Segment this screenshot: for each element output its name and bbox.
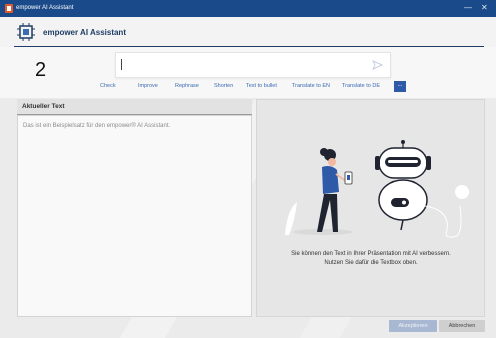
app-header: empower AI Assistant — [0, 17, 496, 47]
result-panel: Sie können den Text in Ihrer Präsentatio… — [256, 99, 485, 317]
close-button[interactable]: ✕ — [481, 3, 488, 13]
result-message-line2: Nutzen Sie dafür die Textbox oben. — [324, 260, 418, 266]
panel-header: Aktueller Text — [17, 99, 252, 115]
action-shorten[interactable]: Shorten — [214, 81, 233, 92]
more-actions-button[interactable]: ... — [394, 81, 406, 92]
app-icon — [5, 4, 13, 13]
action-check[interactable]: Check — [100, 81, 116, 92]
prompt-input[interactable] — [115, 52, 391, 78]
panel-title: Aktueller Text — [22, 103, 65, 110]
action-improve[interactable]: Improve — [138, 81, 158, 92]
cancel-button[interactable]: Abbrechen — [439, 320, 485, 332]
current-text-box[interactable]: Das ist ein Beispielsatz für den empower… — [17, 115, 252, 317]
minimize-button[interactable]: — — [464, 3, 472, 13]
empower-logo-icon — [17, 23, 35, 41]
app-title: empower AI Assistant — [43, 28, 126, 37]
action-translate-to-de[interactable]: Translate to DE — [342, 81, 380, 92]
ai-assistant-illustration — [285, 140, 469, 238]
step-number: 2 — [35, 59, 47, 81]
accept-button[interactable]: Akzeptieren — [389, 320, 437, 332]
current-text-panel: Aktueller Text Das ist ein Beispielsatz … — [17, 99, 252, 317]
window-title: empower AI Assistant — [16, 5, 74, 11]
send-icon[interactable] — [372, 60, 383, 70]
action-rephrase[interactable]: Rephrase — [175, 81, 199, 92]
text-caret — [121, 59, 122, 70]
title-bar: empower AI Assistant — ✕ — [0, 0, 496, 17]
action-text-to-bullet[interactable]: Text to bullet — [246, 81, 277, 92]
action-translate-to-en[interactable]: Translate to EN — [292, 81, 330, 92]
current-text: Das ist ein Beispielsatz für den empower… — [23, 123, 171, 129]
result-message-line1: Sie können den Text in Ihrer Präsentatio… — [291, 251, 451, 257]
result-message: Sie können den Text in Ihrer Präsentatio… — [261, 250, 481, 268]
